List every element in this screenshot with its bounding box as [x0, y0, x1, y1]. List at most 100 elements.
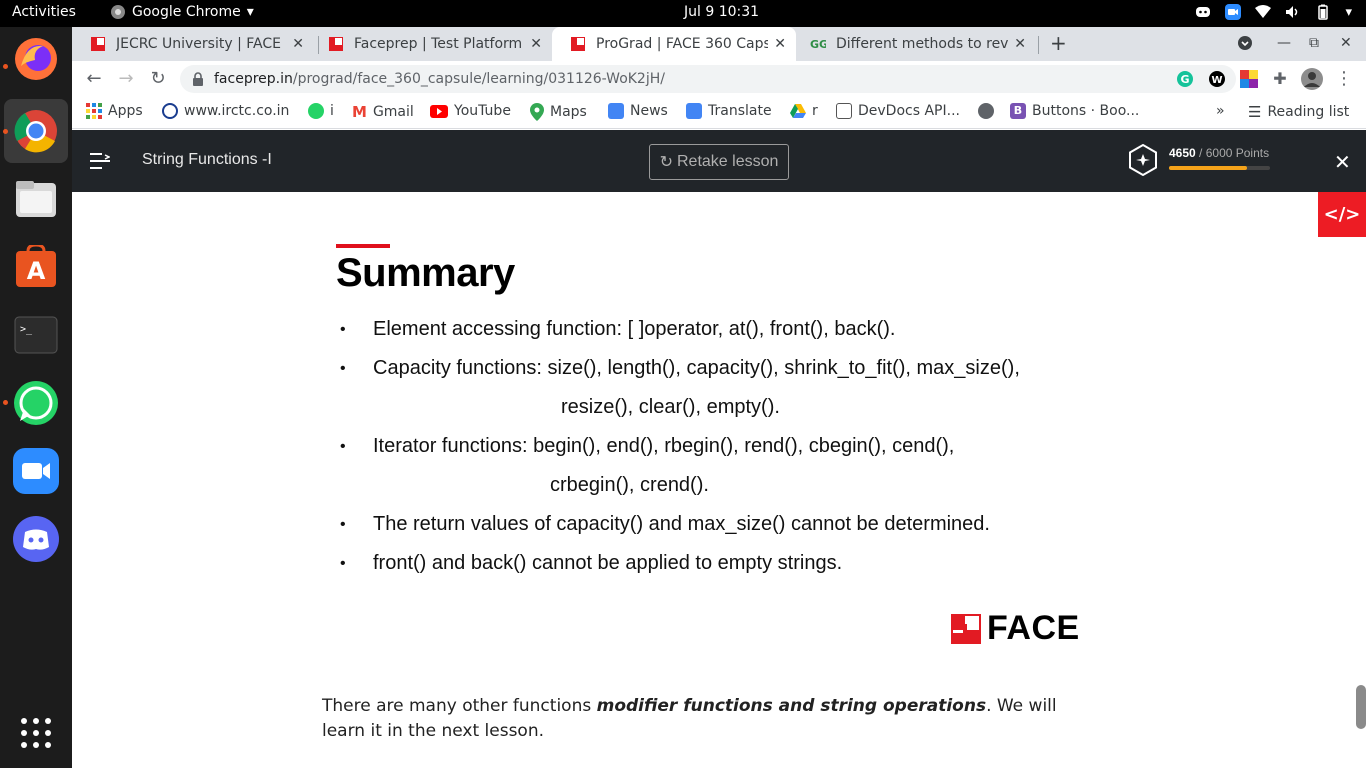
bookmark-news[interactable]: News	[608, 103, 668, 119]
chrome-icon[interactable]	[4, 99, 68, 163]
clock[interactable]: Jul 9 10:31	[684, 4, 759, 20]
firefox-icon[interactable]	[12, 35, 60, 83]
reading-list-icon: ☰	[1248, 103, 1262, 121]
bullet-continuation: resize(), clear(), empty().	[561, 396, 780, 418]
discord-icon[interactable]	[12, 515, 60, 563]
bookmark-apps[interactable]: Apps	[86, 103, 143, 119]
wifi-icon[interactable]	[1255, 4, 1272, 20]
chevron-down-icon: ▾	[246, 4, 254, 20]
bullet-text: Capacity functions: size(), length(), ca…	[373, 357, 1020, 379]
bookmark-label: Maps	[550, 104, 587, 120]
bootstrap-icon: B	[1010, 103, 1026, 119]
points-current: 4650	[1169, 146, 1196, 160]
bookmark-i[interactable]: i	[308, 103, 334, 119]
bookmark-bootstrap[interactable]: B Buttons · Boo...	[1010, 103, 1139, 119]
slide-heading: Summary	[336, 251, 515, 295]
chrome-menu-icon[interactable]: ⋮	[1332, 67, 1356, 91]
tab-jecrc[interactable]: JECRC University | FACE Pr ✕	[72, 27, 314, 61]
activities-button[interactable]: Activities	[12, 4, 76, 20]
wappalyzer-icon[interactable]: W	[1208, 70, 1226, 88]
retake-icon: ↻	[659, 154, 673, 171]
close-icon[interactable]: ✕	[292, 36, 304, 52]
face-logo-mark-icon	[951, 613, 981, 644]
reload-button[interactable]: ↻	[146, 67, 170, 91]
profile-avatar[interactable]	[1301, 68, 1323, 90]
discord-tray-icon[interactable]	[1195, 4, 1211, 20]
tab-prograd[interactable]: ProGrad | FACE 360 Capsu ✕	[552, 27, 796, 61]
list-item: Capacity functions: size(), length(), ca…	[336, 349, 1096, 427]
new-tab-button[interactable]: +	[1050, 31, 1067, 55]
lesson-content: </> Summary Element accessing function: …	[72, 192, 1366, 768]
extensions-icon[interactable]: ✚	[1268, 67, 1292, 91]
close-icon[interactable]: ✕	[1014, 36, 1026, 52]
tab-divider	[1038, 36, 1039, 54]
volume-icon[interactable]	[1285, 4, 1301, 20]
bookmark-r[interactable]: r	[790, 103, 818, 119]
bookmark-label: i	[330, 103, 334, 119]
chevron-down-icon[interactable]: ▾	[1345, 5, 1352, 20]
menu-toggle-icon[interactable]	[90, 152, 110, 170]
files-icon[interactable]	[12, 175, 60, 223]
system-tray[interactable]: ▾	[1195, 4, 1352, 20]
summary-slide: Summary Element accessing function: [ ]o…	[336, 244, 1096, 583]
app-menu[interactable]: Google Chrome ▾	[110, 4, 254, 20]
bookmark-maps[interactable]: Maps	[530, 103, 587, 121]
retake-lesson-button[interactable]: ↻ Retake lesson	[649, 144, 789, 180]
software-icon[interactable]: A	[12, 243, 60, 291]
color-picker-icon[interactable]	[1240, 70, 1258, 88]
bookmark-label: News	[630, 103, 668, 119]
lesson-header: String Functions -I ↻ Retake lesson 4650…	[72, 130, 1366, 192]
next-lesson-paragraph: There are many other functions modifier …	[322, 694, 1102, 744]
page-scrollbar-thumb[interactable]	[1356, 685, 1366, 729]
svg-text:>_: >_	[20, 324, 33, 335]
tab-geeks[interactable]: GG Different methods to reve ✕	[792, 27, 1036, 61]
summary-list: Element accessing function: [ ]operator,…	[336, 310, 1096, 583]
bookmark-gmail[interactable]: M Gmail	[352, 103, 414, 121]
reading-list-button[interactable]: ☰ Reading list	[1248, 103, 1349, 121]
bookmarks-overflow[interactable]: »	[1216, 103, 1225, 119]
chevron-right-icon: »	[1216, 103, 1225, 119]
bullet-text: Iterator functions: begin(), end(), rbeg…	[373, 435, 955, 457]
app-grid-icon[interactable]	[12, 709, 60, 757]
code-editor-button[interactable]: </>	[1318, 192, 1366, 237]
close-icon[interactable]: ✕	[530, 36, 542, 52]
irctc-icon	[162, 103, 178, 119]
bookmark-youtube[interactable]: YouTube	[430, 103, 511, 119]
back-button[interactable]: ←	[82, 67, 106, 91]
zoom-icon[interactable]	[12, 447, 60, 495]
battery-icon[interactable]	[1315, 4, 1331, 20]
system-top-bar: Activities Google Chrome ▾ Jul 9 10:31 ▾	[0, 0, 1366, 27]
bookmark-globe[interactable]	[978, 103, 994, 119]
face-favicon-icon	[91, 37, 105, 51]
close-icon[interactable]: ✕	[774, 36, 786, 52]
close-window-button[interactable]: ✕	[1340, 35, 1352, 51]
url-path: /prograd/face_360_capsule/learning/03112…	[292, 71, 665, 87]
news-icon	[608, 103, 624, 119]
reading-list-label: Reading list	[1267, 104, 1350, 120]
tab-faceprep[interactable]: Faceprep | Test Platform ✕	[310, 27, 552, 61]
bookmark-irctc[interactable]: www.irctc.co.in	[162, 103, 289, 119]
bookmark-translate[interactable]: Translate	[686, 103, 772, 119]
whatsapp-icon[interactable]	[12, 379, 60, 427]
tab-search-icon[interactable]	[1237, 35, 1253, 55]
address-bar[interactable]: faceprep.in/prograd/face_360_capsule/lea…	[180, 65, 1236, 93]
svg-text:A: A	[27, 257, 46, 285]
running-indicator	[3, 64, 8, 69]
lock-icon[interactable]	[192, 72, 204, 86]
bullet-text: Element accessing function: [ ]operator,…	[373, 318, 896, 340]
close-icon[interactable]: ✕	[1334, 150, 1351, 174]
forward-button[interactable]: →	[114, 67, 138, 91]
grammarly-icon[interactable]: G	[1176, 70, 1194, 88]
minimize-button[interactable]: —	[1277, 35, 1291, 51]
zoom-tray-icon[interactable]	[1225, 4, 1242, 20]
bookmark-label: Translate	[708, 103, 772, 119]
ubuntu-dock: A >_	[0, 27, 72, 768]
devdocs-icon	[836, 103, 852, 119]
svg-text:G: G	[1180, 73, 1189, 86]
bookmark-label: r	[812, 103, 818, 119]
bookmark-devdocs[interactable]: DevDocs API...	[836, 103, 960, 119]
maximize-button[interactable]: ⧉	[1309, 35, 1319, 51]
tab-strip: JECRC University | FACE Pr ✕ Faceprep | …	[72, 27, 1366, 61]
terminal-icon[interactable]: >_	[12, 311, 60, 359]
running-indicator	[3, 400, 8, 405]
